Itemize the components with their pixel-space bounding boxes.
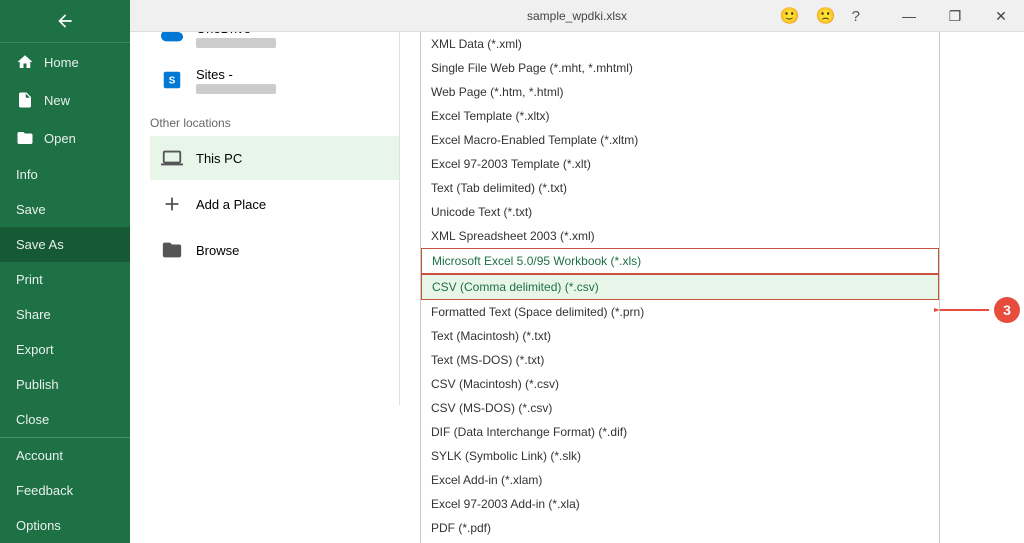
onedrive-placeholder	[196, 38, 276, 48]
close-button[interactable]: ✕	[978, 0, 1024, 32]
list-item[interactable]: CSV (Macintosh) (*.csv)	[421, 372, 939, 396]
list-item[interactable]: Excel Template (*.xltx)	[421, 104, 939, 128]
sidebar-label-save: Save	[16, 202, 46, 217]
sidebar-item-home[interactable]: Home	[0, 43, 130, 81]
list-item[interactable]: SYLK (Symbolic Link) (*.slk)	[421, 444, 939, 468]
list-item[interactable]: DIF (Data Interchange Format) (*.dif)	[421, 420, 939, 444]
list-item[interactable]: XML Spreadsheet 2003 (*.xml)	[421, 224, 939, 248]
list-item[interactable]: Unicode Text (*.txt)	[421, 200, 939, 224]
list-item[interactable]: Text (Tab delimited) (*.txt)	[421, 176, 939, 200]
back-icon	[55, 11, 75, 31]
list-item[interactable]: XML Data (*.xml)	[421, 32, 939, 56]
other-locations-label: Other locations	[150, 116, 399, 130]
sidebar-item-save[interactable]: Save	[0, 192, 130, 227]
sharepoint-icon: S	[158, 66, 186, 94]
sidebar-label-close: Close	[16, 412, 49, 427]
file-list[interactable]: Excel Workbook (*.xlsx)XML Data (*.xml)S…	[420, 32, 940, 543]
sidebar-label-options: Options	[16, 518, 61, 533]
cloud-icon	[158, 32, 186, 48]
sidebar-item-print[interactable]: Print	[0, 262, 130, 297]
sidebar-bottom: Account Feedback Options	[0, 437, 130, 543]
sidebar-label-new: New	[44, 93, 70, 108]
svg-text:S: S	[169, 76, 176, 87]
location-browse[interactable]: Browse	[150, 228, 399, 272]
back-button[interactable]	[0, 0, 130, 43]
list-item[interactable]: CSV (MS-DOS) (*.csv)	[421, 396, 939, 420]
main-area: sample_wpdki.xlsx 🙂 🙁 ? — ❐ ✕ Save As Re…	[130, 0, 1024, 543]
this-pc-label: This PC	[196, 151, 242, 166]
list-item[interactable]: Text (MS-DOS) (*.txt)	[421, 348, 939, 372]
add-place-label: Add a Place	[196, 197, 266, 212]
sidebar-item-export[interactable]: Export	[0, 332, 130, 367]
sidebar-item-new[interactable]: New	[0, 81, 130, 119]
location-this-pc[interactable]: This PC	[150, 136, 399, 180]
list-item[interactable]: Microsoft Excel 5.0/95 Workbook (*.xls)	[421, 248, 939, 274]
location-sites[interactable]: S Sites -	[150, 58, 399, 102]
list-item[interactable]: Excel Macro-Enabled Template (*.xltm)	[421, 128, 939, 152]
sidebar-item-feedback[interactable]: Feedback	[0, 473, 130, 508]
sidebar-item-publish[interactable]: Publish	[0, 367, 130, 402]
list-item[interactable]: Formatted Text (Space delimited) (*.prn)	[421, 300, 939, 324]
minimize-button[interactable]: —	[886, 0, 932, 32]
titlebar-icons: 🙂 🙁 ?	[776, 0, 864, 32]
new-icon	[16, 91, 34, 109]
list-item[interactable]: Excel Add-in (*.xlam)	[421, 468, 939, 492]
sad-icon[interactable]: 🙁	[812, 6, 840, 26]
sidebar-label-publish: Publish	[16, 377, 59, 392]
titlebar-controls: — ❐ ✕	[886, 0, 1024, 32]
right-panel: ↑ 📁 Downloads > New Folder Excel Workboo…	[400, 32, 1024, 405]
content-area: Save As Recent OneDrive -	[130, 32, 1024, 543]
sidebar-item-save-as[interactable]: Save As	[0, 227, 130, 262]
list-item[interactable]: CSV (Comma delimited) (*.csv)	[421, 274, 939, 300]
annotation-3: 3	[994, 297, 1020, 323]
sites-label: Sites -	[196, 67, 276, 82]
browse-icon	[158, 236, 186, 264]
list-item[interactable]: PDF (*.pdf)	[421, 516, 939, 540]
sidebar-item-open[interactable]: Open	[0, 119, 130, 157]
home-icon	[16, 53, 34, 71]
sidebar-label-share: Share	[16, 307, 51, 322]
list-item[interactable]: Text (Macintosh) (*.txt)	[421, 324, 939, 348]
list-item[interactable]: Single File Web Page (*.mht, *.mhtml)	[421, 56, 939, 80]
add-place-icon	[158, 190, 186, 218]
restore-button[interactable]: ❐	[932, 0, 978, 32]
sites-text: Sites -	[196, 67, 276, 94]
location-add-place[interactable]: Add a Place	[150, 182, 399, 226]
sidebar-item-options[interactable]: Options	[0, 508, 130, 543]
sidebar-label-feedback: Feedback	[16, 483, 73, 498]
list-item[interactable]: Web Page (*.htm, *.html)	[421, 80, 939, 104]
left-panel: Save As Recent OneDrive -	[130, 32, 400, 405]
sidebar-label-open: Open	[44, 131, 76, 146]
sidebar-label-account: Account	[16, 448, 63, 463]
location-onedrive[interactable]: OneDrive -	[150, 32, 399, 56]
window-title: sample_wpdki.xlsx	[527, 9, 627, 23]
sidebar-item-account[interactable]: Account	[0, 438, 130, 473]
smiley-icon[interactable]: 🙂	[776, 6, 804, 26]
open-icon	[16, 129, 34, 147]
sites-placeholder	[196, 84, 276, 94]
sidebar-label-save-as: Save As	[16, 237, 64, 252]
pc-icon	[158, 144, 186, 172]
onedrive-label: OneDrive -	[196, 32, 276, 36]
help-icon[interactable]: ?	[848, 8, 864, 25]
sidebar-item-share[interactable]: Share	[0, 297, 130, 332]
sidebar: Home New Open Info Save Save As Print Sh…	[0, 0, 130, 543]
annotation-arrow-3	[934, 298, 994, 322]
list-item[interactable]: Excel 97-2003 Template (*.xlt)	[421, 152, 939, 176]
browse-label: Browse	[196, 243, 239, 258]
onedrive-text: OneDrive -	[196, 32, 276, 48]
sidebar-label-home: Home	[44, 55, 79, 70]
sidebar-label-export: Export	[16, 342, 54, 357]
sidebar-item-info[interactable]: Info	[0, 157, 130, 192]
sidebar-item-close[interactable]: Close	[0, 402, 130, 437]
sidebar-label-info: Info	[16, 167, 38, 182]
sidebar-label-print: Print	[16, 272, 43, 287]
list-item[interactable]: Excel 97-2003 Add-in (*.xla)	[421, 492, 939, 516]
titlebar: sample_wpdki.xlsx 🙂 🙁 ? — ❐ ✕	[130, 0, 1024, 32]
